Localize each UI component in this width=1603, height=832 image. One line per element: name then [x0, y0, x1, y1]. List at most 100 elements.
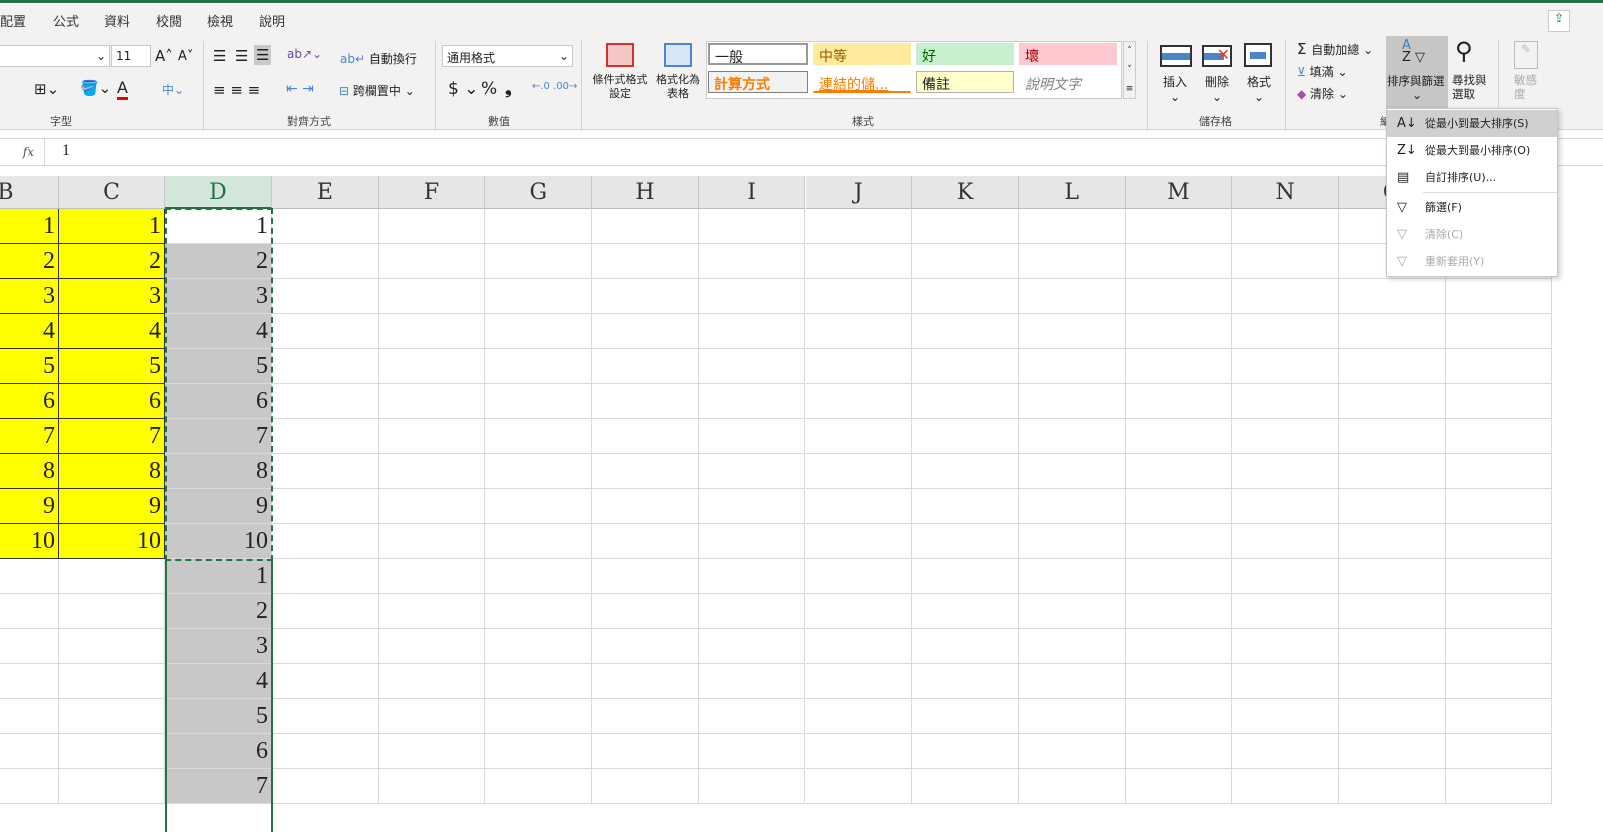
- style-normal[interactable]: 一般: [708, 43, 808, 66]
- cell-I11[interactable]: [698, 559, 806, 594]
- cell-C15[interactable]: [59, 699, 165, 734]
- cell-G6[interactable]: [485, 384, 593, 419]
- cell-G12[interactable]: [485, 594, 593, 629]
- cell-I7[interactable]: [698, 419, 806, 454]
- format-as-table-button[interactable]: 格式化為表格: [654, 73, 702, 101]
- cell-H16[interactable]: [592, 734, 699, 769]
- cell-J10[interactable]: [805, 524, 913, 559]
- cell-O16[interactable]: [1339, 734, 1446, 769]
- cell-H15[interactable]: [592, 699, 699, 734]
- cell-K13[interactable]: [912, 629, 1019, 664]
- cell-N4[interactable]: [1232, 314, 1339, 349]
- cell-G11[interactable]: [485, 559, 593, 594]
- cell-N15[interactable]: [1232, 699, 1339, 734]
- cell-O8[interactable]: [1339, 454, 1446, 489]
- cell-F6[interactable]: [378, 384, 486, 419]
- column-header-I[interactable]: I: [698, 176, 806, 209]
- tab-help[interactable]: 說明: [259, 11, 285, 30]
- cell-F2[interactable]: [378, 244, 486, 279]
- cell-G1[interactable]: [485, 209, 593, 244]
- cell-F7[interactable]: [378, 419, 486, 454]
- cell-O7[interactable]: [1339, 419, 1446, 454]
- cell-E8[interactable]: [272, 454, 379, 489]
- cell-P14[interactable]: [1445, 664, 1553, 699]
- column-header-G[interactable]: G: [485, 176, 593, 209]
- cell-F8[interactable]: [378, 454, 486, 489]
- cell-O5[interactable]: [1339, 349, 1446, 384]
- cell-I8[interactable]: [698, 454, 806, 489]
- cell-I4[interactable]: [698, 314, 806, 349]
- cell-P8[interactable]: [1445, 454, 1553, 489]
- menu-item-0[interactable]: A↓ 從最小到最大排序(S): [1387, 110, 1557, 137]
- cell-C16[interactable]: [59, 734, 165, 769]
- cell-N5[interactable]: [1232, 349, 1339, 384]
- cell-L2[interactable]: [1018, 244, 1126, 279]
- cell-B7[interactable]: 7: [0, 419, 59, 454]
- cell-J4[interactable]: [805, 314, 913, 349]
- cell-J2[interactable]: [805, 244, 913, 279]
- column-header-K[interactable]: K: [912, 176, 1019, 209]
- menu-item-4[interactable]: ▽ 清除(C): [1387, 221, 1557, 248]
- tab-review[interactable]: 校閱: [156, 11, 182, 30]
- cell-N11[interactable]: [1232, 559, 1339, 594]
- cell-H10[interactable]: [592, 524, 699, 559]
- cell-F13[interactable]: [378, 629, 486, 664]
- share-icon[interactable]: ⇪: [1548, 10, 1570, 32]
- cell-J5[interactable]: [805, 349, 913, 384]
- cell-O15[interactable]: [1339, 699, 1446, 734]
- phonetic-icon[interactable]: 中⌄: [162, 81, 184, 98]
- cell-N7[interactable]: [1232, 419, 1339, 454]
- cell-G10[interactable]: [485, 524, 593, 559]
- tab-view[interactable]: 檢視: [207, 11, 233, 30]
- find-select-button[interactable]: 尋找與選取: [1452, 73, 1492, 101]
- cell-H6[interactable]: [592, 384, 699, 419]
- cell-J3[interactable]: [805, 279, 913, 314]
- delete-button[interactable]: 刪除 ⌄: [1205, 73, 1229, 104]
- cell-L11[interactable]: [1018, 559, 1126, 594]
- cell-L4[interactable]: [1018, 314, 1126, 349]
- autosum-button[interactable]: Σ 自動加總 ⌄: [1297, 40, 1373, 58]
- cell-F15[interactable]: [378, 699, 486, 734]
- cell-N10[interactable]: [1232, 524, 1339, 559]
- cell-M11[interactable]: [1125, 559, 1233, 594]
- cell-F5[interactable]: [378, 349, 486, 384]
- cell-F11[interactable]: [378, 559, 486, 594]
- style-calculation[interactable]: 計算方式: [708, 71, 808, 93]
- cell-K6[interactable]: [912, 384, 1019, 419]
- insert-button[interactable]: 插入 ⌄: [1163, 73, 1187, 104]
- fx-icon[interactable]: fx: [0, 139, 45, 165]
- clear-button[interactable]: ◆ 清除 ⌄: [1297, 85, 1348, 102]
- cell-G13[interactable]: [485, 629, 593, 664]
- cell-N3[interactable]: [1232, 279, 1339, 314]
- cell-C3[interactable]: 3: [59, 279, 165, 314]
- cell-B6[interactable]: 6: [0, 384, 59, 419]
- formula-input[interactable]: 1: [62, 142, 70, 160]
- cell-N14[interactable]: [1232, 664, 1339, 699]
- cell-F1[interactable]: [378, 209, 486, 244]
- cell-C11[interactable]: [59, 559, 165, 594]
- cell-G8[interactable]: [485, 454, 593, 489]
- cell-C17[interactable]: [59, 769, 165, 804]
- cell-P9[interactable]: [1445, 489, 1553, 524]
- style-bad[interactable]: 壞: [1019, 43, 1117, 65]
- cell-G9[interactable]: [485, 489, 593, 524]
- cell-E7[interactable]: [272, 419, 379, 454]
- comma-button[interactable]: ❟: [505, 79, 512, 99]
- currency-button[interactable]: $ ⌄: [448, 79, 478, 99]
- cell-M4[interactable]: [1125, 314, 1233, 349]
- cell-H17[interactable]: [592, 769, 699, 804]
- decimal-icons[interactable]: ←.0 .00→: [532, 81, 577, 92]
- cell-B12[interactable]: [0, 594, 59, 629]
- cell-O3[interactable]: [1339, 279, 1446, 314]
- cell-I12[interactable]: [698, 594, 806, 629]
- cell-H1[interactable]: [592, 209, 699, 244]
- cell-K15[interactable]: [912, 699, 1019, 734]
- cell-N16[interactable]: [1232, 734, 1339, 769]
- number-format-select[interactable]: 通用格式 ⌄: [442, 45, 573, 67]
- column-header-E[interactable]: E: [272, 176, 379, 209]
- cell-P13[interactable]: [1445, 629, 1553, 664]
- increase-font-icon[interactable]: A˄: [155, 47, 173, 65]
- cell-F12[interactable]: [378, 594, 486, 629]
- cell-P7[interactable]: [1445, 419, 1553, 454]
- cell-J15[interactable]: [805, 699, 913, 734]
